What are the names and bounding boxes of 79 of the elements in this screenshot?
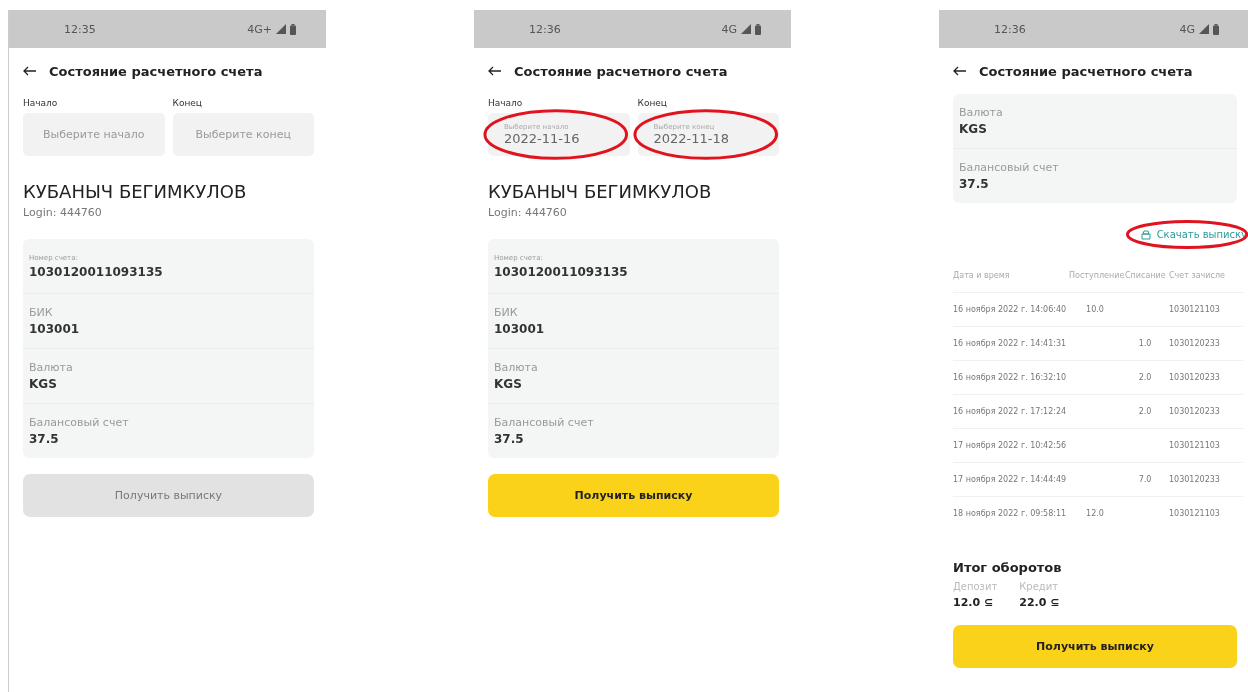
- table-cell: 1030121103: [1169, 496, 1243, 530]
- screen-title: Состояние расчетного счета: [514, 63, 728, 79]
- status-time: 12:35: [64, 22, 96, 36]
- login-text: Login: 444760: [488, 206, 568, 219]
- screen-title: Состояние расчетного счета: [979, 63, 1193, 79]
- user-name: КУБАНЫЧ БЕГИМКУЛОВ: [23, 181, 248, 202]
- column-header: Счет зачисле: [1169, 258, 1243, 293]
- totals-title: Итог оборотов: [953, 560, 1063, 575]
- table-cell: 2.0: [1125, 394, 1169, 429]
- status-time: 12:36: [994, 22, 1026, 36]
- get-statement-button[interactable]: Получить выписку: [953, 625, 1237, 668]
- network-label: 4G: [721, 22, 737, 36]
- user-name: КУБАНЫЧ БЕГИМКУЛОВ: [488, 181, 713, 202]
- network-label: 4G: [1179, 22, 1195, 36]
- table-cell: 1030120233: [1169, 326, 1243, 361]
- field-label: Валюта: [29, 361, 74, 374]
- field-value: 103001: [29, 322, 81, 336]
- table-cell: 16 ноября 2022 г. 16:32:10: [953, 360, 1069, 395]
- field-label: Начало: [23, 98, 59, 108]
- back-arrow-icon[interactable]: [23, 66, 37, 76]
- login-text: Login: 444760: [23, 206, 103, 219]
- column-header: Списание: [1125, 258, 1169, 293]
- totals-value: 12.0 ⊆: [953, 596, 995, 609]
- field-label: Конец: [637, 98, 668, 108]
- date-value: 2022-11-16: [504, 131, 581, 146]
- table-cell: 1030121103: [1169, 292, 1243, 327]
- field-label: Валюта: [494, 361, 539, 374]
- table-cell: 16 ноября 2022 г. 14:06:40: [953, 292, 1069, 327]
- totals-label: Депозит: [953, 581, 998, 592]
- table-cell: 17 ноября 2022 г. 14:44:49: [953, 462, 1069, 497]
- table-cell: 10.0: [1069, 292, 1125, 327]
- table-cell: 1.0: [1125, 326, 1169, 361]
- field-value: 103001: [494, 322, 546, 336]
- table-cell: 16 ноября 2022 г. 14:41:31: [953, 326, 1069, 361]
- date-field[interactable]: Выберите конец: [172, 113, 314, 156]
- field-value: 37.5: [959, 177, 990, 191]
- totals-label: Кредит: [1019, 581, 1060, 592]
- signal-icon: [1199, 24, 1209, 34]
- field-value: 37.5: [29, 432, 60, 446]
- back-arrow-icon[interactable]: [953, 66, 967, 76]
- field-label: Конец: [172, 98, 203, 108]
- table-cell: 18 ноября 2022 г. 09:58:11: [953, 496, 1069, 530]
- field-value: 1030120011093135: [29, 264, 164, 279]
- battery-icon: [1213, 23, 1219, 35]
- field-value: 37.5: [494, 432, 525, 446]
- column-header: Дата и время: [953, 258, 1069, 293]
- date-value: 2022-11-18: [653, 131, 731, 146]
- field-value: KGS: [494, 377, 523, 391]
- field-label: Балансовый счет: [29, 416, 130, 429]
- date-field[interactable]: Выберите начало: [23, 113, 165, 156]
- network-label: 4G+: [247, 22, 272, 36]
- get-statement-button[interactable]: Получить выписку: [488, 474, 779, 517]
- table-cell: 1030120233: [1169, 462, 1243, 497]
- table-cell: 17 ноября 2022 г. 10:42:56: [953, 428, 1069, 463]
- table-cell: 12.0: [1069, 496, 1125, 530]
- totals-value: 22.0 ⊆: [1019, 596, 1060, 609]
- battery-icon: [755, 23, 761, 35]
- column-header: Поступление: [1069, 258, 1125, 293]
- table-cell: 1030120233: [1169, 394, 1243, 429]
- status-time: 12:36: [529, 22, 561, 36]
- field-value: KGS: [29, 377, 58, 391]
- table-cell: 2.0: [1125, 360, 1169, 395]
- field-label: Балансовый счет: [494, 416, 595, 429]
- signal-icon: [276, 24, 286, 34]
- field-value: 1030120011093135: [494, 264, 629, 279]
- field-value: KGS: [959, 122, 988, 136]
- screen-title: Состояние расчетного счета: [49, 63, 263, 79]
- field-label: Начало: [488, 98, 524, 108]
- table-cell: 1030121103: [1169, 428, 1243, 463]
- back-arrow-icon[interactable]: [488, 66, 502, 76]
- table-cell: 7.0: [1125, 462, 1169, 497]
- field-label: БИК: [29, 306, 54, 319]
- table-cell: 16 ноября 2022 г. 17:12:24: [953, 394, 1069, 429]
- battery-icon: [290, 23, 296, 35]
- signal-icon: [741, 24, 751, 34]
- field-label: Валюта: [959, 106, 1004, 119]
- table-cell: 1030120233: [1169, 360, 1243, 395]
- field-label: Балансовый счет: [959, 161, 1060, 174]
- field-label: БИК: [494, 306, 519, 319]
